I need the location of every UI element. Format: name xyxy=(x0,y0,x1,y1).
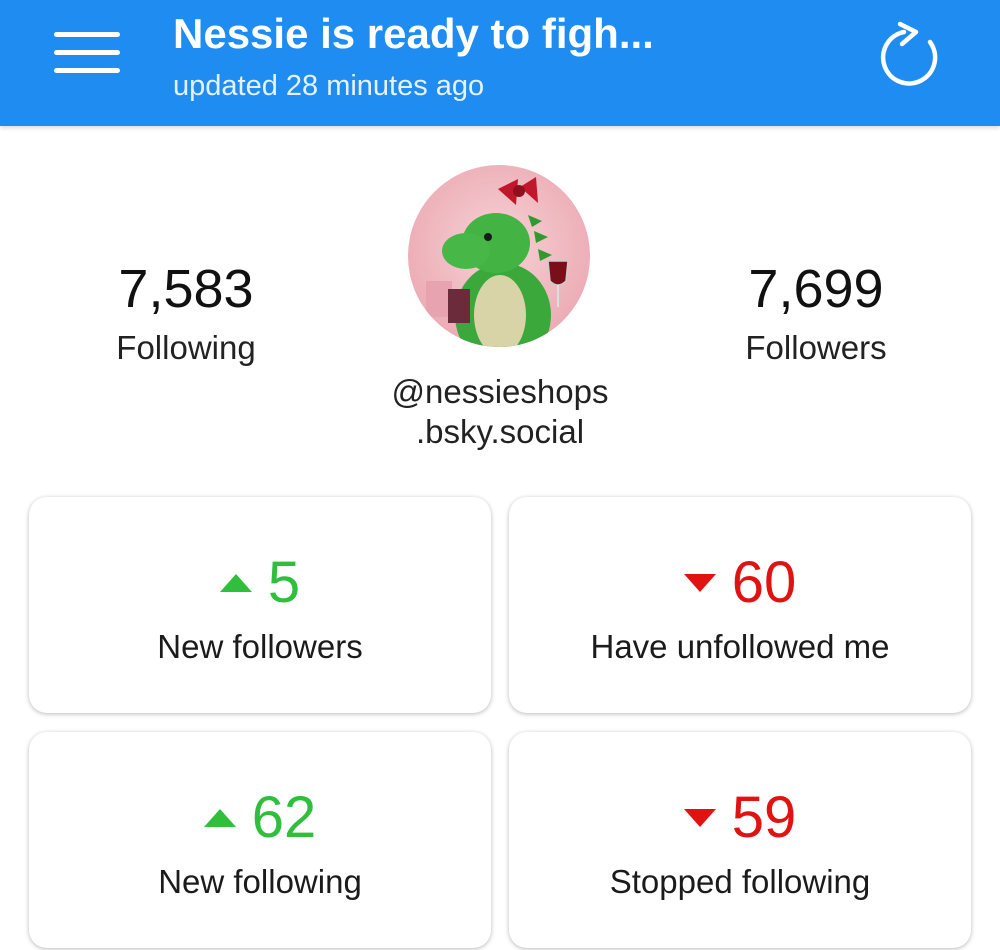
hamburger-menu-icon[interactable] xyxy=(48,26,128,82)
refresh-icon[interactable] xyxy=(874,20,950,96)
unfollowed-count: 60 xyxy=(731,550,797,615)
triangle-down-icon xyxy=(683,809,716,827)
new-followers-label: New followers xyxy=(157,628,363,665)
app-screen: Nessie is ready to figh... updated 28 mi… xyxy=(0,0,1000,950)
last-updated-text: updated 28 minutes ago xyxy=(173,70,485,102)
unfollowed-label: Have unfollowed me xyxy=(590,628,890,665)
avatar[interactable] xyxy=(408,165,590,347)
triangle-up-icon xyxy=(219,574,252,592)
following-label: Following xyxy=(116,329,256,366)
new-following-label: New following xyxy=(158,863,362,900)
unfollowed-card[interactable]: 60 Have unfollowed me xyxy=(509,497,971,713)
followers-label: Followers xyxy=(745,329,887,366)
triangle-up-icon xyxy=(203,809,236,827)
following-count: 7,583 xyxy=(118,259,254,319)
following-stat[interactable]: 7,583 Following xyxy=(56,258,316,368)
handle-username: @nessieshops xyxy=(391,373,609,410)
followers-stat[interactable]: 7,699 Followers xyxy=(686,258,946,368)
new-followers-count: 5 xyxy=(267,550,301,615)
handle-domain: .bsky.social xyxy=(415,413,585,450)
top-app-bar: Nessie is ready to figh... updated 28 mi… xyxy=(0,0,1000,126)
new-following-card[interactable]: 62 New following xyxy=(29,732,491,948)
followers-count: 7,699 xyxy=(748,259,884,319)
stopped-following-card[interactable]: 59 Stopped following xyxy=(509,732,971,948)
stopped-following-count: 59 xyxy=(731,785,797,850)
triangle-down-icon xyxy=(683,574,716,592)
new-followers-card[interactable]: 5 New followers xyxy=(29,497,491,713)
stopped-following-label: Stopped following xyxy=(609,863,871,900)
new-following-count: 62 xyxy=(251,785,317,850)
profile-handle: @nessieshops .bsky.social xyxy=(340,372,660,452)
page-title: Nessie is ready to figh... xyxy=(173,10,654,57)
